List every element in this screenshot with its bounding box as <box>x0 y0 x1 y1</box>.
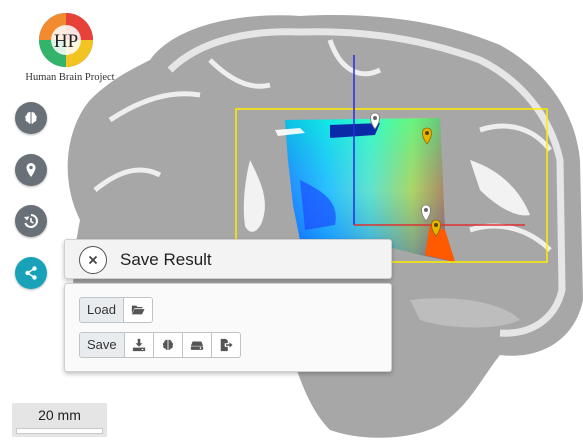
load-label: Load <box>79 297 124 323</box>
scale-label: 20 mm <box>38 407 81 423</box>
save-result-panel: Load Save <box>64 283 392 372</box>
history-tool-button[interactable] <box>15 205 47 237</box>
brain-tool-button[interactable] <box>15 102 47 134</box>
export-button[interactable] <box>211 332 241 358</box>
load-button-group: Load <box>79 297 153 323</box>
download-button[interactable] <box>124 332 154 358</box>
save-label: Save <box>79 332 125 358</box>
download-icon <box>132 338 145 352</box>
scale-line <box>16 428 103 434</box>
hdd-icon <box>190 341 203 350</box>
map-marker-icon <box>26 163 36 177</box>
brain-icon <box>25 112 37 124</box>
share-tool-button[interactable] <box>15 257 47 289</box>
history-icon <box>24 214 38 228</box>
save-button-group: Save <box>79 332 241 358</box>
brain-icon <box>162 339 173 350</box>
close-button[interactable] <box>79 246 107 274</box>
folder-open-icon <box>131 305 145 315</box>
load-folder-button[interactable] <box>123 297 153 323</box>
scale-bar: 20 mm <box>12 403 107 437</box>
save-brain-button[interactable] <box>153 332 183 358</box>
hbp-logo-text: Human Brain Project <box>25 72 115 83</box>
close-icon <box>88 255 98 265</box>
hbp-logo: HP Human Brain Project <box>8 10 124 86</box>
export-icon <box>220 338 233 352</box>
save-result-panel-header: Save Result <box>64 239 392 279</box>
marker-tool-button[interactable] <box>15 154 47 186</box>
hbp-logo-emblem: HP <box>39 13 93 67</box>
save-storage-button[interactable] <box>182 332 212 358</box>
panel-title: Save Result <box>120 250 212 269</box>
hbp-logo-monogram: HP <box>54 31 78 52</box>
share-icon <box>25 266 37 280</box>
